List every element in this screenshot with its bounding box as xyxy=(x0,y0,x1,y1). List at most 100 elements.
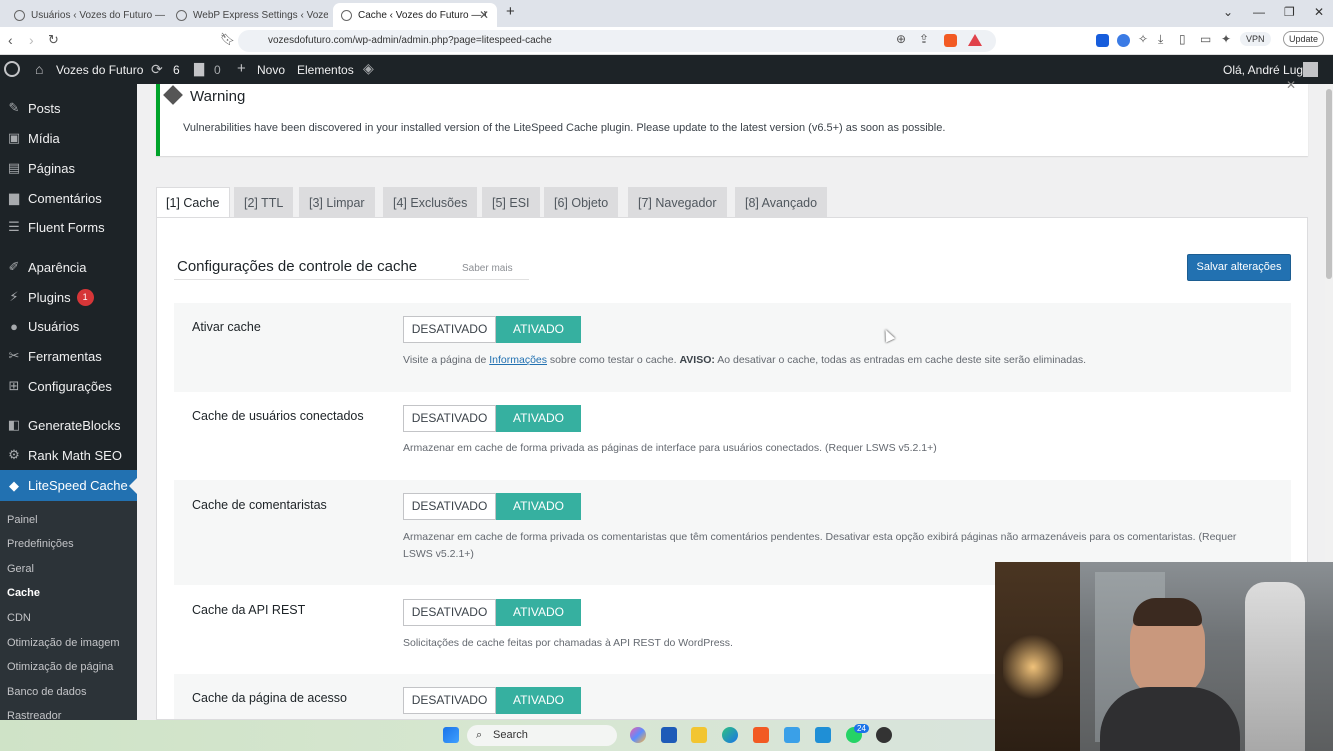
sidebar-item-users[interactable]: ● Usuários xyxy=(0,311,137,341)
updates-count[interactable]: 6 xyxy=(173,63,180,77)
copilot-icon[interactable] xyxy=(630,727,646,743)
sidebar-item-rank-math[interactable]: ⚙ Rank Math SEO xyxy=(0,440,137,470)
sidebar-item-litespeed-cache[interactable]: ◆ LiteSpeed Cache xyxy=(0,470,137,501)
bitwarden-icon[interactable] xyxy=(1096,34,1109,47)
reload-icon[interactable]: ↻ xyxy=(48,32,59,48)
submenu-item-page-optimization[interactable]: Otimização de página xyxy=(7,661,113,673)
brave-rewards-icon[interactable] xyxy=(968,34,982,46)
sidebar-item-appearance[interactable]: ✐ Aparência xyxy=(0,252,137,282)
forward-icon[interactable]: › xyxy=(29,32,34,48)
sidebar-item-posts[interactable]: ✎ Posts xyxy=(0,93,137,123)
download-icon[interactable]: ⤓ xyxy=(1158,32,1163,47)
leo-icon[interactable]: ✦ xyxy=(1221,32,1231,46)
restore-icon[interactable]: ❐ xyxy=(1284,5,1295,19)
bookmark-icon[interactable]: 🔖︎ xyxy=(220,32,235,46)
submenu-item-geral[interactable]: Geral xyxy=(7,563,34,575)
tab-esi[interactable]: [5] ESI xyxy=(482,187,540,217)
sidebar-item-generateblocks[interactable]: ◧ GenerateBlocks xyxy=(0,410,137,440)
sidebar-item-settings[interactable]: ⊞ Configurações xyxy=(0,371,137,401)
new-tab-button[interactable]: + xyxy=(506,3,515,20)
back-icon[interactable]: ‹ xyxy=(8,32,13,48)
on-button[interactable]: ATIVADO xyxy=(496,316,581,343)
sidebar-item-fluent-forms[interactable]: ☰ Fluent Forms xyxy=(0,212,137,242)
taskbar-search[interactable]: ⌕ Search xyxy=(467,725,617,746)
save-changes-button[interactable]: Salvar alterações xyxy=(1187,254,1291,281)
file-explorer-icon[interactable] xyxy=(691,727,707,743)
new-content-link[interactable]: Novo xyxy=(257,63,285,77)
scrollbar-thumb[interactable] xyxy=(1326,89,1332,279)
notes-icon[interactable] xyxy=(815,727,831,743)
tab-navegador[interactable]: [7] Navegador xyxy=(628,187,727,217)
sidebar-item-plugins[interactable]: ⚡ Plugins 1 xyxy=(0,282,137,312)
app-icon[interactable] xyxy=(784,727,800,743)
sidebar-item-media[interactable]: ▣ Mídia xyxy=(0,123,137,153)
dismiss-icon[interactable]: ✕ xyxy=(1286,78,1296,92)
submenu-item-cdn[interactable]: CDN xyxy=(7,612,31,624)
zoom-icon[interactable]: ⊕ xyxy=(896,32,906,46)
sidebar-item-label: Rank Math SEO xyxy=(28,447,122,463)
comments-count[interactable]: 0 xyxy=(214,63,221,77)
user-greeting[interactable]: Olá, André Lug xyxy=(1223,63,1303,77)
informacoes-link[interactable]: Informações xyxy=(489,354,547,366)
off-button[interactable]: DESATIVADO xyxy=(403,316,496,343)
submenu-item-predefinicoes[interactable]: Predefinições xyxy=(7,538,74,550)
store-icon[interactable] xyxy=(661,727,677,743)
off-button[interactable]: DESATIVADO xyxy=(403,687,496,714)
setting-label: Cache da API REST xyxy=(192,603,306,617)
vpn-button[interactable]: VPN xyxy=(1240,32,1271,46)
wallet-icon[interactable]: ▭ xyxy=(1200,32,1211,46)
tab-ttl[interactable]: [2] TTL xyxy=(234,187,294,217)
sidebar-icon[interactable]: ▯ xyxy=(1179,32,1186,46)
tab-list-icon[interactable]: ⌄ xyxy=(1223,5,1233,19)
off-button[interactable]: DESATIVADO xyxy=(403,599,496,626)
learn-more-link[interactable]: Saber mais xyxy=(462,263,513,274)
on-button[interactable]: ATIVADO xyxy=(496,599,581,626)
minimize-icon[interactable]: — xyxy=(1253,5,1265,19)
off-button[interactable]: DESATIVADO xyxy=(403,405,496,432)
share-icon[interactable]: ⇪ xyxy=(919,32,929,46)
sidebar-item-pages[interactable]: ▤ Páginas xyxy=(0,153,137,183)
extensions-icon[interactable]: ✧ xyxy=(1138,32,1148,46)
site-name-link[interactable]: Vozes do Futuro xyxy=(56,63,143,77)
tab-objeto[interactable]: [6] Objeto xyxy=(544,187,619,217)
submenu-item-database[interactable]: Banco de dados xyxy=(7,686,87,698)
extension-icon[interactable] xyxy=(1117,34,1130,47)
windows-start-icon[interactable] xyxy=(443,727,459,743)
edge-icon[interactable] xyxy=(722,727,738,743)
browser-tab-cache[interactable]: Cache ‹ Vozes do Futuro — Wo ✕ xyxy=(333,3,497,27)
off-button[interactable]: DESATIVADO xyxy=(403,493,496,520)
setting-label: Cache da página de acesso xyxy=(192,691,347,705)
submenu-item-painel[interactable]: Painel xyxy=(7,514,38,526)
avatar[interactable] xyxy=(1303,62,1318,77)
comments-icon[interactable]: ▇ xyxy=(194,61,204,77)
on-button[interactable]: ATIVADO xyxy=(496,405,581,432)
tab-cache[interactable]: [1] Cache xyxy=(156,187,230,218)
updates-icon[interactable]: ⟳ xyxy=(151,61,163,78)
browser-tab-usuarios[interactable]: Usuários ‹ Vozes do Futuro — Word xyxy=(6,3,166,27)
on-button[interactable]: ATIVADO xyxy=(496,687,581,714)
sidebar-item-tools[interactable]: ✂ Ferramentas xyxy=(0,341,137,371)
wordpress-logo-icon[interactable] xyxy=(4,61,20,77)
diamond-icon[interactable]: ◈ xyxy=(363,60,374,77)
close-window-icon[interactable]: ✕ xyxy=(1314,5,1324,19)
app-icon[interactable] xyxy=(876,727,892,743)
elements-link[interactable]: Elementos xyxy=(297,63,354,77)
brave-shield-icon[interactable] xyxy=(944,34,957,47)
tab-limpar[interactable]: [3] Limpar xyxy=(299,187,375,217)
submenu-item-image-optimization[interactable]: Otimização de imagem xyxy=(7,637,120,649)
section-title: Configurações de controle de cache xyxy=(177,258,418,275)
tab-exclusoes[interactable]: [4] Exclusões xyxy=(383,187,478,217)
sidebar-item-label: LiteSpeed Cache xyxy=(28,478,128,493)
sidebar-item-comments[interactable]: ▆ Comentários xyxy=(0,183,137,213)
on-button[interactable]: ATIVADO xyxy=(496,493,581,520)
url-field[interactable]: vozesdofuturo.com/wp-admin/admin.php?pag… xyxy=(238,30,996,52)
brave-icon[interactable] xyxy=(753,727,769,743)
commenter-cache-toggle: DESATIVADO ATIVADO xyxy=(403,493,581,520)
close-tab-icon[interactable]: ✕ xyxy=(479,8,489,22)
browser-tab-webp[interactable]: WebP Express Settings ‹ Vozes do F xyxy=(168,3,328,27)
setting-label: Cache de comentaristas xyxy=(192,498,327,512)
update-button[interactable]: Update xyxy=(1283,31,1325,47)
tab-avancado[interactable]: [8] Avançado xyxy=(735,187,828,217)
submenu-item-crawler[interactable]: Rastreador xyxy=(7,710,61,720)
submenu-item-cache[interactable]: Cache xyxy=(7,587,40,599)
